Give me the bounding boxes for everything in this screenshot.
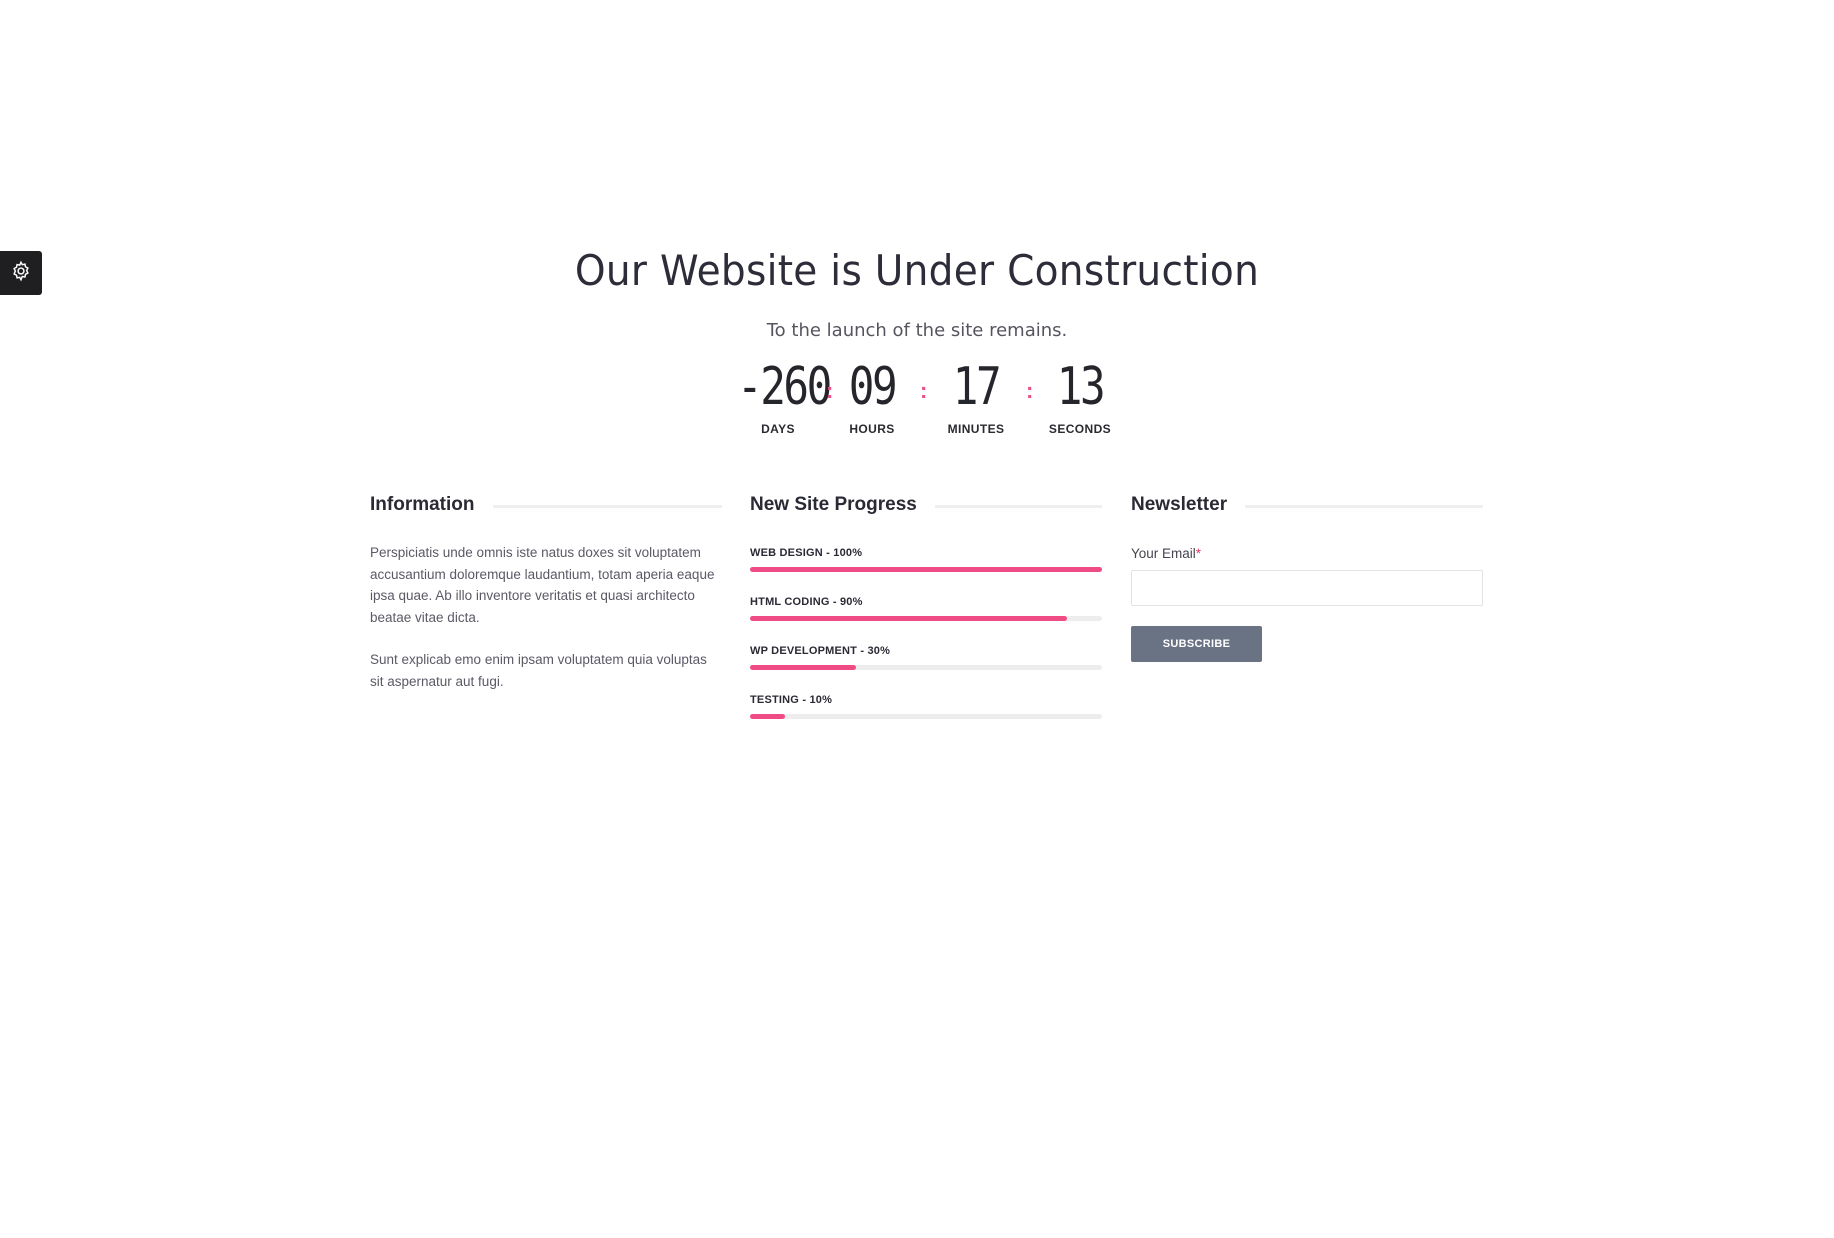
progress-bar	[750, 665, 1102, 670]
progress-section: New Site Progress WEB DESIGN - 100% HTML…	[750, 494, 1102, 738]
countdown-hours-value: 09	[848, 357, 898, 417]
page: Our Website is Under Construction To the…	[0, 0, 1834, 1238]
progress-item: HTML CODING - 90%	[750, 591, 1102, 621]
settings-toggle-button[interactable]	[0, 251, 42, 295]
progress-item: WP DEVELOPMENT - 30%	[750, 640, 1102, 670]
countdown-seconds-value: 13	[1056, 357, 1106, 417]
required-mark: *	[1195, 546, 1202, 561]
countdown-hours: 09 HOURS	[832, 356, 912, 436]
page-subtitle: To the launch of the site remains.	[766, 320, 1068, 341]
information-heading: Information	[370, 494, 722, 516]
progress-heading: New Site Progress	[750, 494, 1102, 516]
progress-bar-fill	[750, 567, 1102, 572]
progress-label: WP DEVELOPMENT - 30%	[750, 645, 891, 657]
countdown-minutes-value: 17	[952, 357, 1002, 417]
countdown-days-label: DAYS	[761, 422, 795, 436]
progress-label: TESTING - 10%	[750, 694, 833, 706]
countdown-separator: :	[1026, 378, 1034, 403]
page-title: Our Website is Under Construction	[574, 246, 1260, 295]
heading-divider	[934, 505, 1102, 508]
countdown-hours-label: HOURS	[849, 422, 895, 436]
information-paragraph: Perspiciatis unde omnis iste natus doxes…	[370, 545, 715, 625]
progress-bar-fill	[750, 616, 1067, 621]
heading-divider	[492, 505, 722, 508]
countdown-timer: -260 DAYS : 09 HOURS : 17 MINUTES : 13 S…	[728, 356, 1118, 436]
email-label: Your Email*	[1131, 546, 1483, 561]
progress-bar-fill	[750, 665, 856, 670]
email-label-text: Your Email	[1131, 546, 1196, 561]
newsletter-section: Newsletter Your Email* SUBSCRIBE	[1131, 494, 1483, 662]
countdown-days: -260 DAYS	[728, 356, 832, 436]
information-title: Information	[370, 494, 475, 515]
information-section: Information Perspiciatis unde omnis iste…	[370, 494, 722, 713]
countdown-seconds: 13 SECONDS	[1040, 356, 1120, 436]
information-text: Perspiciatis unde omnis iste natus doxes…	[370, 542, 722, 692]
newsletter-heading: Newsletter	[1131, 494, 1483, 516]
information-paragraph: Sunt explicab emo enim ipsam voluptatem …	[370, 652, 707, 689]
progress-bar	[750, 714, 1102, 719]
progress-bar-fill	[750, 714, 786, 719]
subscribe-button[interactable]: SUBSCRIBE	[1131, 626, 1262, 662]
countdown-minutes-label: MINUTES	[947, 422, 1005, 436]
progress-label: HTML CODING - 90%	[750, 596, 863, 608]
progress-label: WEB DESIGN - 100%	[750, 547, 863, 559]
newsletter-title: Newsletter	[1131, 494, 1228, 515]
countdown-minutes: 17 MINUTES	[936, 356, 1016, 436]
progress-title: New Site Progress	[750, 494, 917, 515]
gear-icon	[10, 260, 32, 287]
progress-bar	[750, 616, 1102, 621]
progress-bar	[750, 567, 1102, 572]
countdown-separator: :	[920, 378, 928, 403]
progress-item: WEB DESIGN - 100%	[750, 542, 1102, 572]
countdown-seconds-label: SECONDS	[1048, 422, 1112, 436]
email-field[interactable]	[1131, 570, 1483, 606]
heading-divider	[1245, 505, 1483, 508]
progress-list: WEB DESIGN - 100% HTML CODING - 90% WP D…	[750, 542, 1102, 719]
progress-item: TESTING - 10%	[750, 689, 1102, 719]
countdown-days-value: -260	[737, 357, 832, 417]
